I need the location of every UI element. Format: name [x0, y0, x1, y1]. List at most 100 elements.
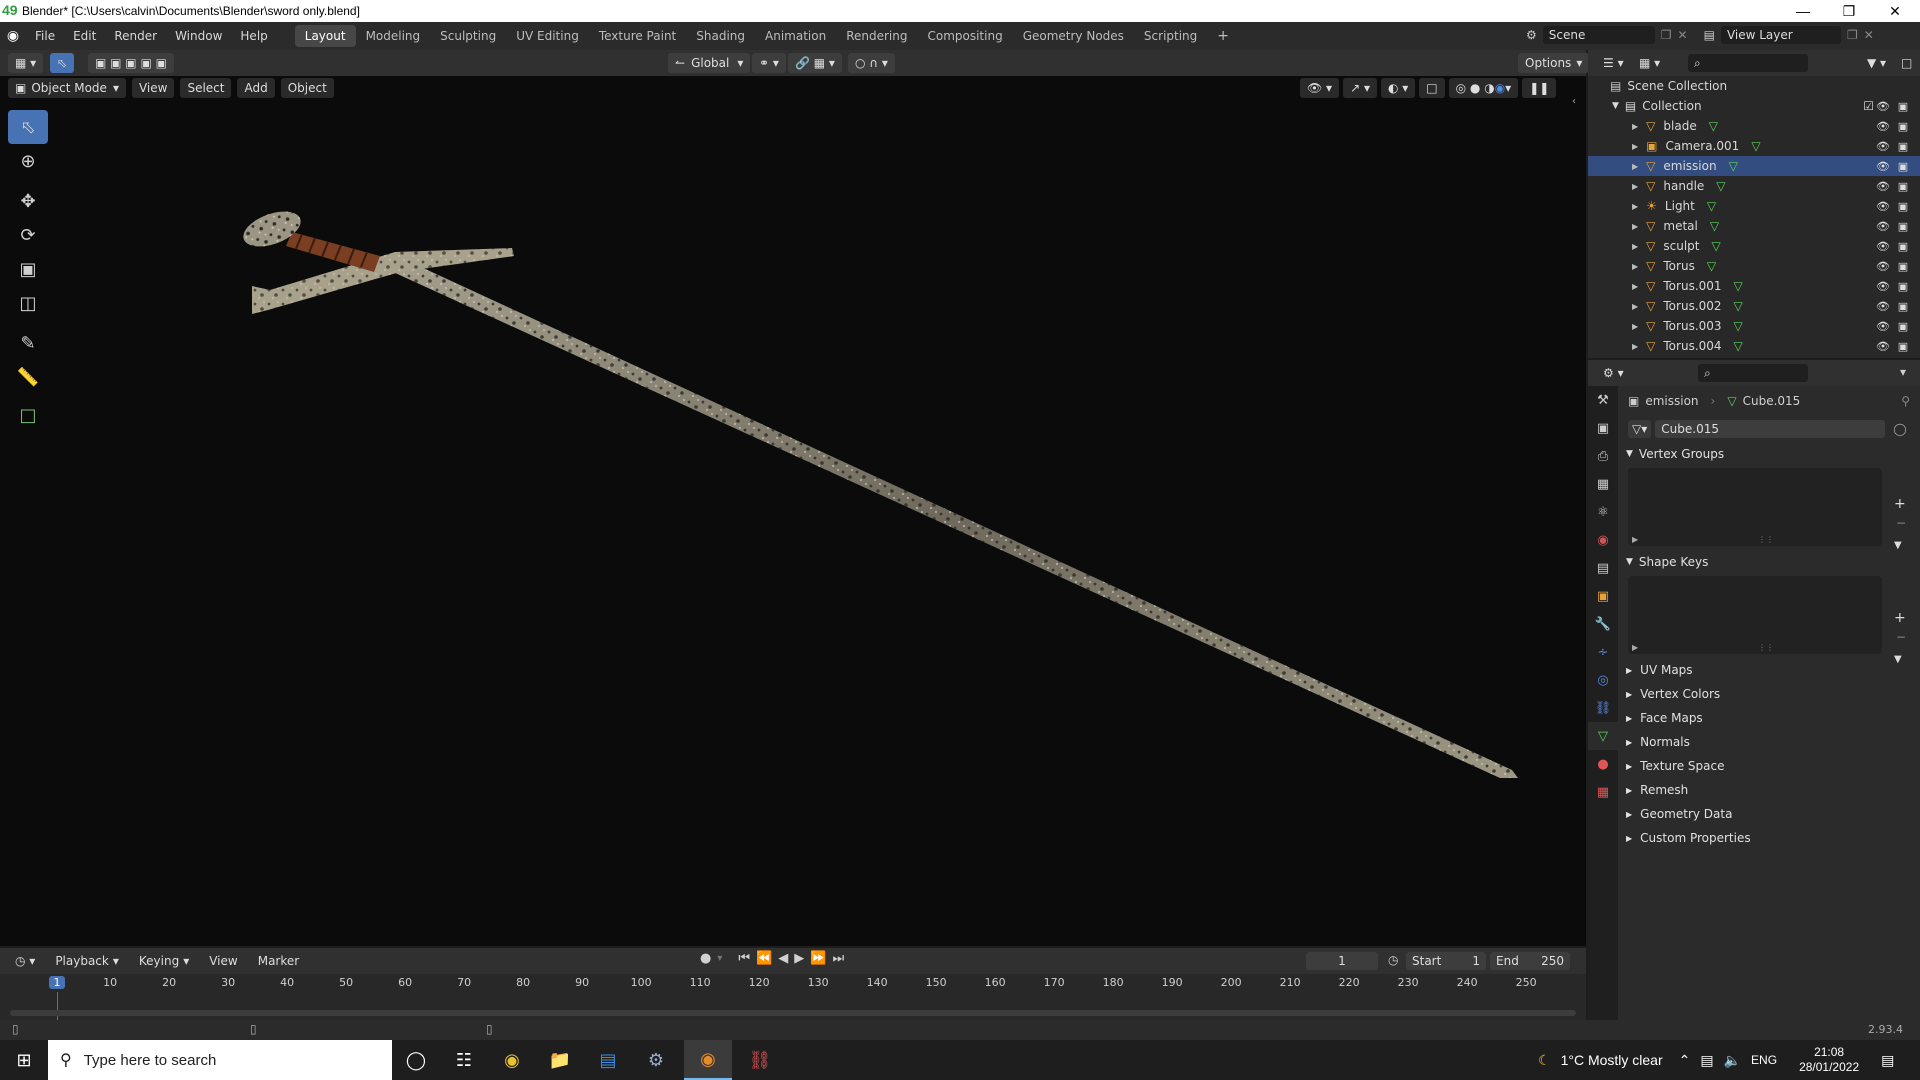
add-vertex-group-icon[interactable]: + — [1894, 496, 1906, 512]
mesh-data-icon[interactable]: ▽ — [1729, 159, 1738, 173]
language-label[interactable]: ENG — [1751, 1053, 1777, 1067]
menu-render[interactable]: Render — [105, 25, 166, 47]
tab-modeling[interactable]: Modeling — [356, 25, 431, 47]
outliner-item[interactable]: ▶ ▽ Torus ▽ 👁 ▣ — [1588, 256, 1920, 276]
scene-tab-icon[interactable]: ⚛ — [1588, 498, 1618, 526]
mesh-data-icon[interactable]: ▽ — [1734, 319, 1743, 333]
mesh-name-field[interactable]: Cube.015 — [1655, 420, 1886, 438]
tab-geometry-nodes[interactable]: Geometry Nodes — [1013, 25, 1134, 47]
jump-keyframe-back-icon[interactable]: ⏪ — [756, 951, 772, 966]
panel-collapsed[interactable]: ▶ Vertex Colors — [1618, 682, 1920, 706]
view-layer-tab-icon[interactable]: ▦ — [1588, 470, 1618, 498]
expand-arrow-icon[interactable]: ▶ — [1632, 142, 1638, 151]
eye-icon[interactable]: 👁 — [1876, 300, 1890, 313]
mesh-data-icon[interactable]: ▽ — [1710, 219, 1719, 233]
volume-icon[interactable]: 🔈 — [1724, 1052, 1741, 1069]
expand-arrow-icon[interactable]: ▶ — [1632, 262, 1638, 271]
outliner-editor-type-icon[interactable]: ☰ ▾ — [1596, 53, 1631, 73]
scene-collection-row[interactable]: ▤ Scene Collection — [1588, 76, 1920, 96]
panel-shape-keys[interactable]: ▼ Shape Keys — [1618, 550, 1920, 574]
eye-icon[interactable]: 👁 — [1876, 280, 1890, 293]
tab-sculpting[interactable]: Sculpting — [430, 25, 506, 47]
steam-icon[interactable]: ⚙ — [632, 1040, 680, 1080]
outliner-item[interactable]: ▶ ▽ Torus.002 ▽ 👁 ▣ — [1588, 296, 1920, 316]
outliner-item[interactable]: ▶ ▽ Torus.001 ▽ 👁 ▣ — [1588, 276, 1920, 296]
eye-icon[interactable]: 👁 — [1876, 260, 1890, 273]
eye-icon[interactable]: 👁 — [1876, 100, 1890, 113]
outliner-item[interactable]: ▶ ▽ blade ▽ 👁 ▣ — [1588, 116, 1920, 136]
render-camera-icon[interactable]: ▣ — [1896, 180, 1910, 193]
restore-icon[interactable]: ❐ — [1826, 0, 1872, 22]
view-layer-new-icon[interactable]: ❐ — [1847, 28, 1858, 42]
render-camera-icon[interactable]: ▣ — [1896, 240, 1910, 253]
play-reverse-icon[interactable]: ◀ — [778, 951, 788, 966]
panel-collapsed[interactable]: ▶ Normals — [1618, 730, 1920, 754]
view-layer-icon[interactable]: ▤ — [1704, 28, 1715, 42]
app-taskbar-icon[interactable]: ⛓ — [736, 1040, 784, 1080]
weather-icon[interactable]: ☾ — [1538, 1052, 1551, 1069]
outliner-item[interactable]: ▶ ▣ Camera.001 ▽ 👁 ▣ — [1588, 136, 1920, 156]
blender-logo-icon[interactable]: ◉ — [0, 28, 26, 44]
snap-icon[interactable]: 🔗 ▦ ▾ — [788, 53, 842, 73]
world-tab-icon[interactable]: ◉ — [1588, 526, 1618, 554]
view-layer-field[interactable]: View Layer — [1720, 26, 1841, 44]
mesh-browse-icon[interactable]: ▽▾ — [1628, 420, 1652, 438]
eye-icon[interactable]: 👁 — [1876, 160, 1890, 173]
render-camera-icon[interactable]: ▣ — [1896, 260, 1910, 273]
pivot-point-icon[interactable]: ⚭ ▾ — [752, 53, 786, 73]
panel-collapsed[interactable]: ▶ Face Maps — [1618, 706, 1920, 730]
play-icon[interactable]: ▶ — [794, 951, 804, 966]
render-camera-icon[interactable]: ▣ — [1896, 200, 1910, 213]
timeline-menu-view[interactable]: View — [202, 951, 245, 971]
panel-collapsed[interactable]: ▶ Geometry Data — [1618, 802, 1920, 826]
timeline-scrollbar[interactable] — [10, 1010, 1576, 1016]
properties-options-icon[interactable]: ▾ — [1900, 365, 1906, 379]
expand-arrow-icon[interactable]: ▶ — [1632, 222, 1638, 231]
mesh-data-icon[interactable]: ▽ — [1734, 279, 1743, 293]
options-button[interactable]: Options ▾ — [1518, 53, 1590, 73]
select-box-tool-icon[interactable]: ⬁ — [50, 53, 75, 73]
mesh-data-icon[interactable]: ▽ — [1734, 339, 1743, 353]
texture-tab-icon[interactable]: ▦ — [1588, 778, 1618, 806]
render-camera-icon[interactable]: ▣ — [1896, 140, 1910, 153]
tab-layout[interactable]: Layout — [294, 25, 356, 47]
outliner-search-input[interactable]: ⌕ — [1688, 54, 1808, 72]
menu-file[interactable]: File — [26, 25, 64, 47]
view-layer-remove-icon[interactable]: ✕ — [1864, 28, 1874, 42]
timeline-menu-marker[interactable]: Marker — [250, 951, 307, 971]
weather-label[interactable]: 1°C Mostly clear — [1561, 1052, 1663, 1068]
properties-editor-type-icon[interactable]: ⚙ ▾ — [1596, 363, 1631, 383]
scene-icon[interactable]: ⚙ — [1526, 28, 1537, 42]
timeline-menu-keying[interactable]: Keying ▾ — [131, 951, 197, 971]
render-tab-icon[interactable]: ▣ — [1588, 414, 1618, 442]
particles-tab-icon[interactable]: ∻ — [1588, 638, 1618, 666]
outliner-item[interactable]: ▶ ▽ metal ▽ 👁 ▣ — [1588, 216, 1920, 236]
scene-remove-icon[interactable]: ✕ — [1678, 28, 1688, 42]
render-camera-icon[interactable]: ▣ — [1896, 220, 1910, 233]
expand-arrow-icon[interactable]: ▶ — [1632, 342, 1638, 351]
select-tool-icon[interactable]: ⬁ — [8, 110, 48, 144]
pin-icon[interactable]: ⚲ — [1901, 394, 1910, 408]
modifier-tab-icon[interactable]: 🔧 — [1588, 610, 1618, 638]
measure-tool-icon[interactable]: 📏 — [8, 360, 48, 394]
mesh-data-icon[interactable]: ▽ — [1707, 199, 1716, 213]
add-shape-key-icon[interactable]: + — [1894, 610, 1906, 626]
timeline[interactable]: 1 10 20 30 40 50 60 70 80 90 100 110 120 130 140 150 160… — [0, 974, 1586, 1020]
tab-compositing[interactable]: Compositing — [917, 25, 1012, 47]
eye-icon[interactable]: 👁 — [1876, 200, 1890, 213]
eye-icon[interactable]: 👁 — [1876, 180, 1890, 193]
render-camera-icon[interactable]: ▣ — [1896, 120, 1910, 133]
clock[interactable]: 21:08 28/01/2022 — [1799, 1045, 1859, 1075]
shape-keys-list[interactable]: ▶ ⋮⋮ — [1628, 576, 1882, 654]
file-explorer-icon[interactable]: 📁 — [536, 1040, 584, 1080]
render-camera-icon[interactable]: ▣ — [1896, 300, 1910, 313]
jump-end-icon[interactable]: ⏭ — [832, 951, 844, 966]
mesh-data-icon[interactable]: ▽ — [1751, 139, 1760, 153]
outliner-item[interactable]: ▶ ▽ handle ▽ 👁 ▣ — [1588, 176, 1920, 196]
scale-tool-icon[interactable]: ▣ — [8, 252, 48, 286]
timeline-editor-type-icon[interactable]: ◷ ▾ — [8, 951, 43, 971]
auto-keying-icon[interactable]: ● — [700, 951, 711, 966]
collapse-arrow-icon[interactable]: ▼ — [1612, 101, 1619, 111]
panel-collapsed[interactable]: ▶ UV Maps — [1618, 658, 1920, 682]
tab-texture-paint[interactable]: Texture Paint — [589, 25, 686, 47]
